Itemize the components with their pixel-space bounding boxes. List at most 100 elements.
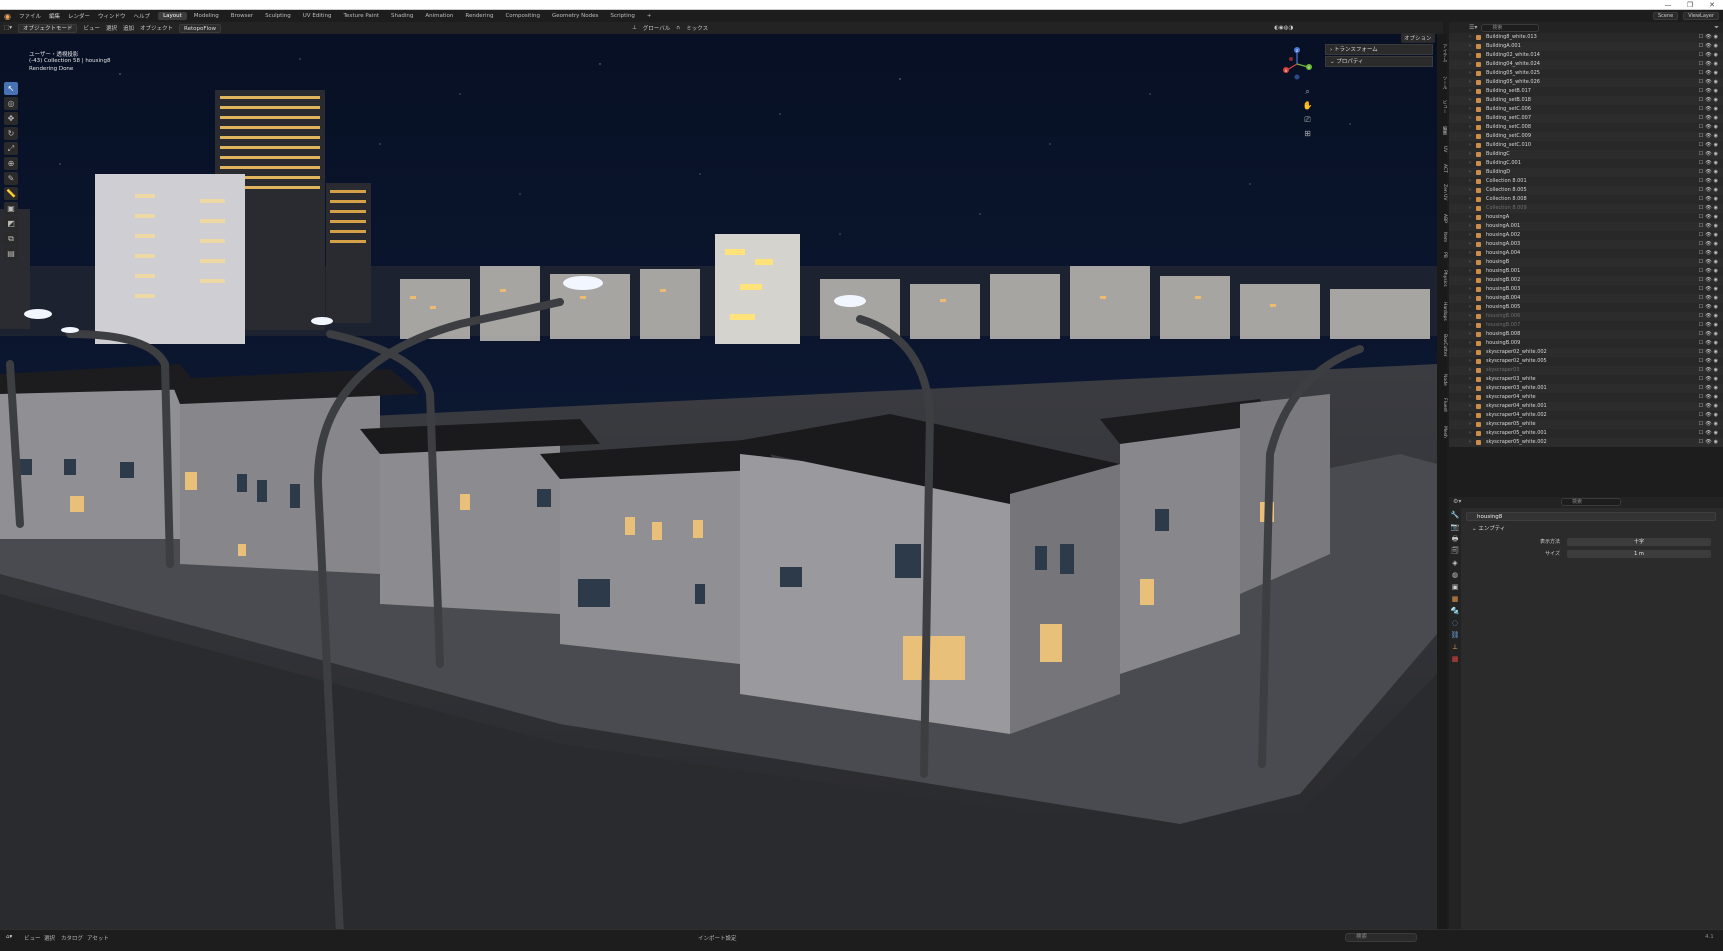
expand-arrow-icon[interactable]: › [1469, 276, 1471, 285]
ortho-grid-icon[interactable]: ⊞ [1302, 128, 1313, 139]
visibility-toggles-icon[interactable]: ☐👁◉ [1699, 366, 1720, 375]
tab-boxcutter[interactable]: BoxCutter [1437, 334, 1447, 357]
expand-arrow-icon[interactable]: › [1469, 429, 1471, 438]
expand-arrow-icon[interactable]: › [1469, 285, 1471, 294]
edit-tool-icon[interactable]: ◩ [4, 217, 18, 230]
visibility-toggles-icon[interactable]: ☐👁◉ [1699, 285, 1720, 294]
visibility-toggles-icon[interactable]: ☐👁◉ [1699, 168, 1720, 177]
visibility-toggles-icon[interactable]: ☐👁◉ [1699, 177, 1720, 186]
expand-arrow-icon[interactable]: › [1469, 249, 1471, 258]
panel-properties[interactable]: ⌄ プロパティ [1325, 56, 1433, 67]
visibility-toggles-icon[interactable]: ☐👁◉ [1699, 87, 1720, 96]
outliner-row[interactable]: › Building8_white.013 ☐👁◉ [1449, 33, 1723, 42]
visibility-toggles-icon[interactable]: ☐👁◉ [1699, 78, 1720, 87]
menu-edit[interactable]: 編集 [49, 12, 60, 20]
visibility-toggles-icon[interactable]: ☐👁◉ [1699, 312, 1720, 321]
tab-sculpting[interactable]: Sculpting [260, 12, 296, 20]
tab-act[interactable]: ACT [1437, 164, 1447, 173]
expand-arrow-icon[interactable]: › [1469, 60, 1471, 69]
tab-mesh[interactable]: Mesh [1437, 426, 1447, 438]
extrude-tool-icon[interactable]: ⧉ [4, 232, 18, 245]
status-view[interactable]: ビュー [24, 934, 41, 942]
outliner-row[interactable]: › BuildingD ☐👁◉ [1449, 168, 1723, 177]
outliner-row[interactable]: › Building_setC.010 ☐👁◉ [1449, 141, 1723, 150]
outliner-row[interactable]: › housingB.005 ☐👁◉ [1449, 303, 1723, 312]
tab-uv[interactable]: UV [1437, 146, 1447, 152]
outliner-row[interactable]: › BuildingA.001 ☐👁◉ [1449, 42, 1723, 51]
visibility-toggles-icon[interactable]: ☐👁◉ [1699, 114, 1720, 123]
scene-tab-icon[interactable]: ◈ [1450, 558, 1460, 568]
outliner-row[interactable]: › skyscraper02_white.002 ☐👁◉ [1449, 348, 1723, 357]
expand-arrow-icon[interactable]: › [1469, 168, 1471, 177]
outliner-row[interactable]: › housingA.003 ☐👁◉ [1449, 240, 1723, 249]
visibility-toggles-icon[interactable]: ☐👁◉ [1699, 42, 1720, 51]
tab-item-en[interactable]: Item [1437, 232, 1447, 242]
tool-tab-icon[interactable]: 🔧 [1450, 510, 1460, 520]
filter-icon[interactable]: ⏷ [1714, 24, 1719, 32]
data-tab-icon[interactable]: ⟂ [1450, 642, 1460, 652]
outliner-row[interactable]: › Building_setC.009 ☐👁◉ [1449, 132, 1723, 141]
empty-panel-header[interactable]: ⌄ エンプティ [1466, 525, 1716, 534]
outliner-row[interactable]: › skyscraper02_white.005 ☐👁◉ [1449, 357, 1723, 366]
outliner-row[interactable]: › housingA.002 ☐👁◉ [1449, 231, 1723, 240]
visibility-toggles-icon[interactable]: ☐👁◉ [1699, 330, 1720, 339]
visibility-toggles-icon[interactable]: ☐👁◉ [1699, 357, 1720, 366]
menu-object[interactable]: オブジェクト [140, 24, 173, 32]
visibility-toggles-icon[interactable]: ☐👁◉ [1699, 429, 1720, 438]
select-tool-icon[interactable]: ↖ [4, 82, 18, 95]
expand-arrow-icon[interactable]: › [1469, 42, 1471, 51]
menu-select[interactable]: 選択 [106, 24, 117, 32]
expand-arrow-icon[interactable]: › [1469, 231, 1471, 240]
expand-arrow-icon[interactable]: › [1469, 330, 1471, 339]
tab-rendering[interactable]: Rendering [460, 12, 498, 20]
expand-arrow-icon[interactable]: › [1469, 177, 1471, 186]
visibility-toggles-icon[interactable]: ☐👁◉ [1699, 240, 1720, 249]
tab-view[interactable]: ビュー [1437, 100, 1447, 114]
expand-arrow-icon[interactable]: › [1469, 222, 1471, 231]
visibility-toggles-icon[interactable]: ☐👁◉ [1699, 411, 1720, 420]
tab-zen-uv[interactable]: Zen UV [1437, 184, 1447, 201]
visibility-toggles-icon[interactable]: ☐👁◉ [1699, 321, 1720, 330]
visibility-toggles-icon[interactable]: ☐👁◉ [1699, 258, 1720, 267]
extra-tool-icon[interactable]: ▤ [4, 247, 18, 260]
visibility-toggles-icon[interactable]: ☐👁◉ [1699, 231, 1720, 240]
outliner-row[interactable]: › BuildingC ☐👁◉ [1449, 150, 1723, 159]
visibility-toggles-icon[interactable]: ☐👁◉ [1699, 420, 1720, 429]
tab-shading[interactable]: Shading [386, 12, 418, 20]
size-field[interactable]: 1 m [1567, 550, 1711, 558]
expand-arrow-icon[interactable]: › [1469, 312, 1471, 321]
outliner-search[interactable]: 検索 [1481, 23, 1540, 32]
tab-modeling[interactable]: Modeling [189, 12, 224, 20]
tab-node[interactable]: Node [1437, 374, 1447, 386]
properties-editor-icon[interactable]: ⚙▾ [1453, 498, 1461, 505]
outliner-row[interactable]: › skyscraper05_white.002 ☐👁◉ [1449, 438, 1723, 447]
visibility-toggles-icon[interactable]: ☐👁◉ [1699, 348, 1720, 357]
outliner-row[interactable]: › housingB ☐👁◉ [1449, 258, 1723, 267]
status-catalog[interactable]: カタログ [61, 934, 83, 942]
visibility-toggles-icon[interactable]: ☐👁◉ [1699, 33, 1720, 42]
tab-geometry-nodes[interactable]: Geometry Nodes [547, 12, 603, 20]
expand-arrow-icon[interactable]: › [1469, 159, 1471, 168]
outliner-row[interactable]: › housingB.002 ☐👁◉ [1449, 276, 1723, 285]
visibility-toggles-icon[interactable]: ☐👁◉ [1699, 294, 1720, 303]
expand-arrow-icon[interactable]: › [1469, 204, 1471, 213]
visibility-toggles-icon[interactable]: ☐👁◉ [1699, 60, 1720, 69]
expand-arrow-icon[interactable]: › [1469, 357, 1471, 366]
expand-arrow-icon[interactable]: › [1469, 375, 1471, 384]
expand-arrow-icon[interactable]: › [1469, 69, 1471, 78]
visibility-toggles-icon[interactable]: ☐👁◉ [1699, 213, 1720, 222]
visibility-toggles-icon[interactable]: ☐👁◉ [1699, 393, 1720, 402]
outliner-row[interactable]: › skyscraper05_white ☐👁◉ [1449, 420, 1723, 429]
shading-modes-icon[interactable]: ◐◉◍◑ [1274, 25, 1293, 31]
outliner-row[interactable]: › Building05_white.026 ☐👁◉ [1449, 78, 1723, 87]
tab-animation[interactable]: Animation [420, 12, 458, 20]
outliner-row[interactable]: › housingA.004 ☐👁◉ [1449, 249, 1723, 258]
editor-type-icon[interactable]: ⬚▾ [4, 25, 12, 31]
tab-item[interactable]: アイテム [1437, 44, 1447, 62]
move-tool-icon[interactable]: ✥ [4, 112, 18, 125]
transform-orientation[interactable]: グローバル [643, 24, 670, 32]
collection-tab-icon[interactable]: ▣ [1450, 582, 1460, 592]
outliner-row[interactable]: › housingB.006 ☐👁◉ [1449, 312, 1723, 321]
expand-arrow-icon[interactable]: › [1469, 96, 1471, 105]
tab-browser[interactable]: Browser [226, 12, 258, 20]
